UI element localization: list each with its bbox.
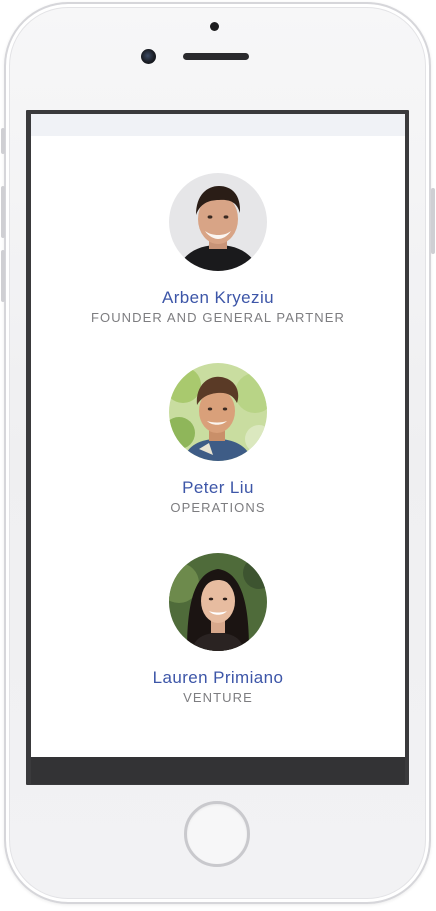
member-role: FOUNDER AND GENERAL PARTNER [90, 310, 346, 325]
team-member-card: Peter Liu OPERATIONS [31, 363, 405, 516]
member-name: Arben Kryeziu [162, 288, 274, 307]
avatar [169, 553, 267, 651]
volume-up-button [1, 186, 5, 238]
portrait-photo [169, 173, 267, 271]
portrait-photo [169, 363, 267, 461]
volume-down-button [1, 250, 5, 302]
member-role: OPERATIONS [170, 500, 266, 515]
screen: Arben Kryeziu FOUNDER AND GENERAL PARTNE… [31, 114, 405, 757]
screen-bottom-strip [31, 757, 405, 784]
avatar [169, 173, 267, 271]
member-name: Lauren Primiano [152, 668, 284, 687]
team-member-card: Lauren Primiano VENTURE [31, 553, 405, 706]
member-role: VENTURE [183, 690, 253, 705]
mute-switch [1, 128, 5, 154]
proximity-sensor [210, 22, 219, 31]
screen-top-strip [31, 114, 405, 136]
member-name: Peter Liu [182, 478, 254, 497]
avatar [169, 363, 267, 461]
portrait-photo [169, 553, 267, 651]
team-member-card: Arben Kryeziu FOUNDER AND GENERAL PARTNE… [31, 173, 405, 326]
earpiece-speaker [183, 53, 249, 60]
front-camera [141, 49, 156, 64]
power-button [431, 188, 435, 254]
home-button[interactable] [184, 801, 250, 867]
